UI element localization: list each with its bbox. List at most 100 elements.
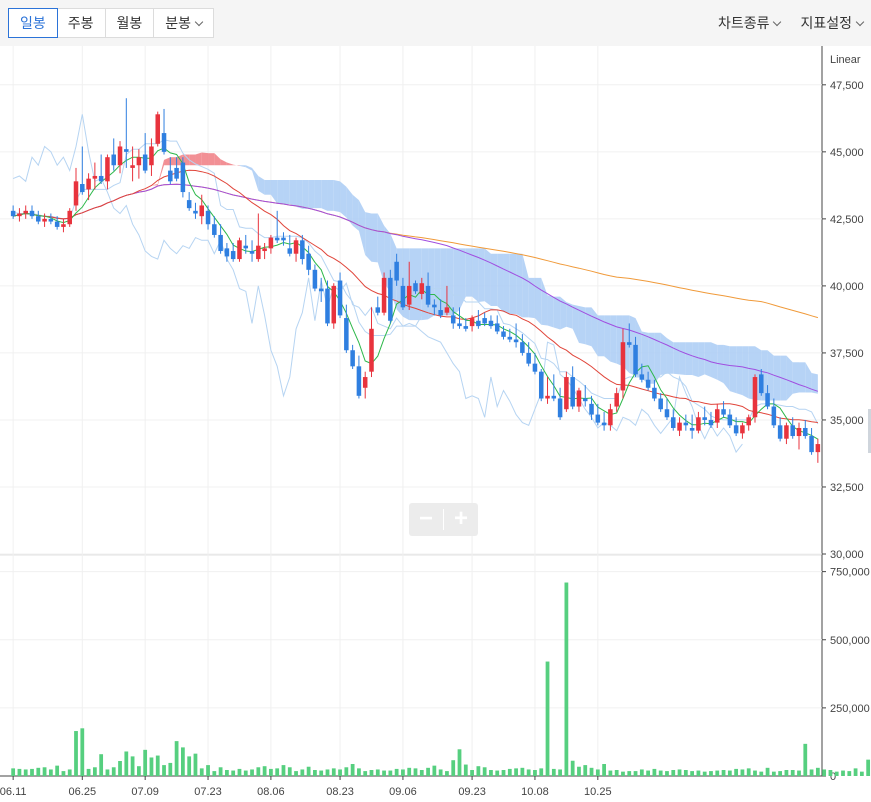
ichimoku-cloud-segment — [729, 346, 737, 394]
volume-bar — [514, 768, 518, 776]
volume-bar — [734, 768, 739, 776]
lagging-span-line — [12, 114, 743, 454]
volume-bar — [30, 768, 34, 776]
volume-bar — [162, 765, 166, 776]
ichimoku-cloud-segment — [264, 179, 271, 195]
volume-bar — [727, 770, 732, 776]
volume-bar — [256, 767, 261, 776]
volume-bar — [551, 768, 556, 776]
time-tick-label: 10.08 — [521, 786, 549, 798]
candle-body — [243, 245, 249, 249]
candle-body — [224, 248, 230, 257]
candle-body — [337, 280, 343, 316]
ichimoku-cloud-segment — [402, 248, 410, 321]
candle-body — [614, 393, 619, 407]
candle-body — [193, 210, 198, 214]
volume-bar — [313, 770, 317, 776]
candle-body — [419, 283, 425, 294]
candle-body — [501, 331, 506, 337]
zoom-out-button[interactable]: − — [409, 503, 443, 536]
ichimoku-cloud-segment — [685, 342, 693, 376]
volume-bar — [539, 768, 544, 776]
candle-body — [186, 200, 192, 209]
ichimoku-cloud-segment — [484, 248, 491, 306]
candle-body — [488, 320, 494, 327]
price-tick-label: 42,500 — [830, 214, 864, 226]
volume-bar — [608, 770, 613, 776]
candle-body — [595, 414, 601, 423]
zoom-in-button[interactable]: + — [444, 503, 478, 536]
candle-body — [494, 323, 500, 332]
candle-body — [683, 422, 689, 426]
candle-body — [507, 336, 513, 340]
volume-bar — [426, 767, 430, 776]
volume-bar — [570, 760, 575, 776]
candle-body — [130, 165, 135, 168]
volume-bar — [363, 771, 368, 776]
candle-body — [608, 409, 613, 426]
volume-bar — [243, 770, 248, 776]
candle-body — [61, 224, 66, 227]
tab-monthly[interactable]: 월봉 — [106, 9, 155, 37]
volume-bar — [231, 770, 236, 776]
time-tick-label: 07.09 — [131, 786, 159, 798]
volume-bar — [564, 582, 569, 776]
candle-body — [482, 318, 487, 324]
volume-bar — [105, 769, 110, 776]
candle-body — [551, 395, 557, 399]
ichimoku-cloud-segment — [308, 179, 315, 209]
ichimoku-cloud-segment — [245, 165, 253, 171]
chart-type-menu[interactable]: 차트종류 — [718, 8, 782, 38]
candle-body — [256, 245, 261, 260]
volume-bar — [501, 770, 506, 776]
tab-minute[interactable]: 분봉 — [154, 9, 213, 37]
ichimoku-cloud-segment — [277, 179, 284, 205]
ichimoku-cloud-segment — [723, 344, 730, 392]
candle-body — [111, 154, 116, 166]
ichimoku-cloud-segment — [497, 253, 504, 313]
candle-body — [237, 240, 242, 260]
candle-body — [526, 352, 531, 364]
candle-body — [564, 377, 569, 410]
price-tick-label: 37,500 — [830, 348, 864, 360]
candle-body — [601, 422, 607, 426]
tab-daily[interactable]: 일봉 — [8, 8, 58, 38]
volume-bar — [130, 756, 135, 776]
volume-bar — [715, 770, 720, 776]
volume-tick-label: 750,000 — [830, 567, 870, 579]
volume-bar — [155, 755, 160, 776]
volume-bar — [866, 759, 871, 776]
volume-bar — [784, 770, 789, 776]
candle-body — [689, 427, 695, 431]
volume-bar — [526, 769, 531, 776]
price-tick-label: 30,000 — [830, 549, 864, 561]
candle-body — [281, 237, 286, 241]
volume-bar — [476, 766, 481, 776]
volume-bar — [545, 661, 550, 776]
scale-type-label: Linear — [830, 54, 861, 66]
volume-bar — [124, 751, 129, 776]
ichimoku-cloud-segment — [50, 212, 58, 214]
ichimoku-cloud-segment — [195, 152, 202, 166]
volume-bar — [822, 769, 827, 776]
volume-bar — [350, 764, 355, 776]
ichimoku-cloud-segment — [258, 175, 265, 195]
candle-body — [476, 320, 481, 327]
candle-body — [23, 210, 28, 214]
volume-bar — [338, 769, 342, 776]
volume-bar — [740, 769, 745, 776]
candle-body — [73, 181, 79, 206]
indicator-settings-menu[interactable]: 지표설정 — [800, 8, 865, 38]
candle-body — [545, 395, 550, 399]
candle-body — [406, 285, 412, 305]
candle-body — [394, 261, 399, 281]
volume-bar — [394, 768, 399, 776]
chevron-down-icon — [194, 17, 204, 27]
candle-body — [746, 417, 751, 426]
ichimoku-cloud-segment — [522, 253, 529, 318]
candle-body — [677, 422, 682, 431]
chevron-down-icon — [773, 17, 782, 27]
stock-chart[interactable]: 47,500 45,000 42,500 40,000 37,500 35,000 32,5… — [0, 46, 871, 802]
tab-weekly[interactable]: 주봉 — [57, 9, 106, 37]
volume-bar — [828, 770, 833, 776]
